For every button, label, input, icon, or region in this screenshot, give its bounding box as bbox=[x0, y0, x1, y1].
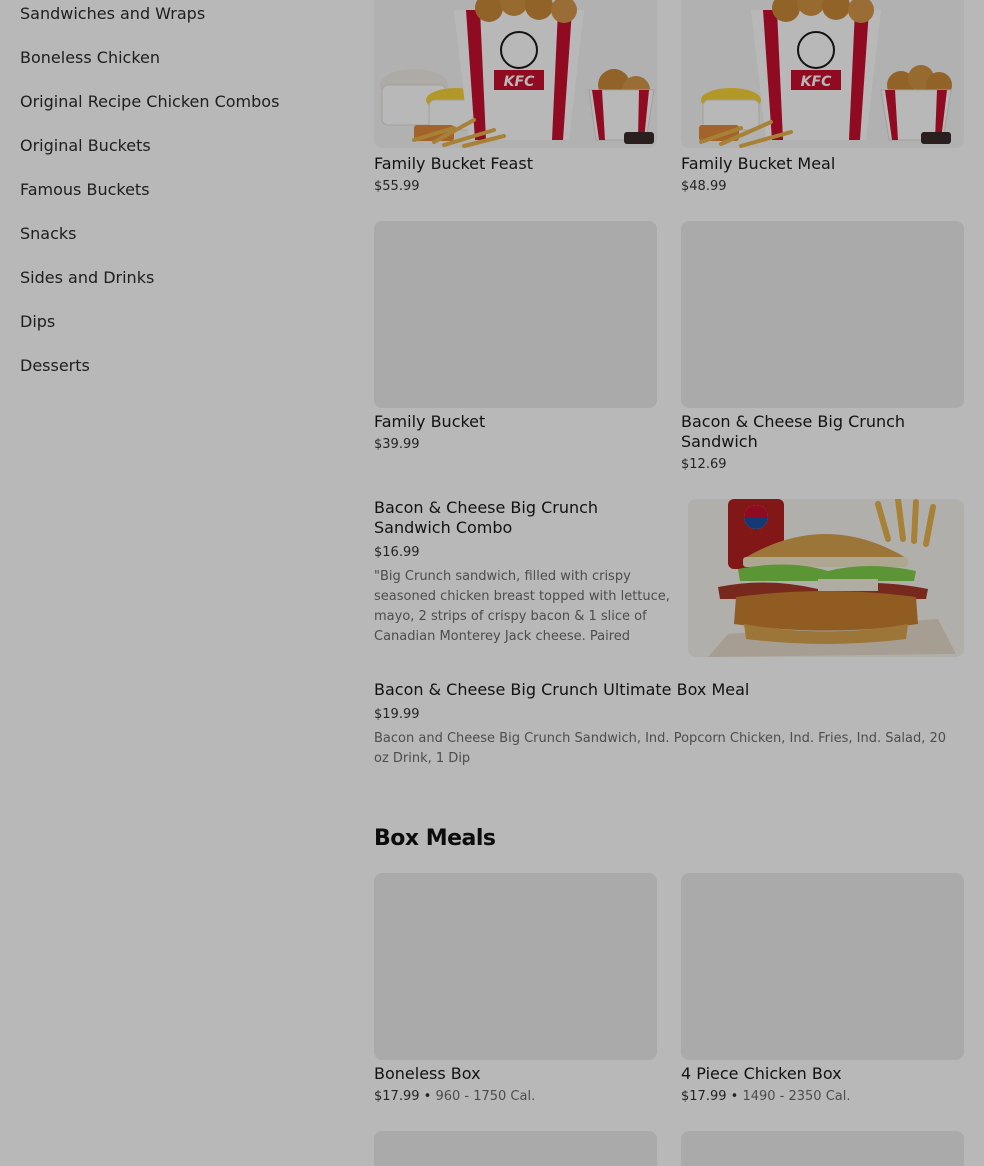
four-piece-box-calories: 1490 - 2350 Cal. bbox=[742, 1089, 851, 1104]
family-bucket-feast-price: $55.99 bbox=[374, 179, 420, 194]
sidebar-item-snacks[interactable]: Snacks bbox=[20, 224, 77, 243]
family-bucket-title[interactable]: Family Bucket bbox=[374, 412, 657, 432]
bacon-cheese-combo-price: $16.99 bbox=[374, 545, 420, 560]
bacon-cheese-sandwich-price: $12.69 bbox=[681, 457, 727, 472]
sidebar-item-boneless-chicken[interactable]: Boneless Chicken bbox=[20, 48, 160, 67]
four-piece-box-price-line: $17.99 • 1490 - 2350 Cal. bbox=[681, 1089, 850, 1104]
ultimate-box-meal-description: Bacon and Cheese Big Crunch Sandwich, In… bbox=[374, 731, 947, 766]
family-bucket-meal-image[interactable]: KFC bbox=[681, 0, 964, 148]
boneless-box-price-line: $17.99 • 960 - 1750 Cal. bbox=[374, 1089, 535, 1104]
bacon-cheese-sandwich-image-placeholder[interactable] bbox=[681, 221, 964, 408]
kfc-logo-text: KFC bbox=[504, 74, 535, 90]
price-separator: • bbox=[419, 1089, 436, 1104]
bucket-feast-illustration: KFC bbox=[380, 0, 655, 148]
family-bucket-image-placeholder[interactable] bbox=[374, 221, 657, 408]
ultimate-box-meal-title[interactable]: Bacon & Cheese Big Crunch Ultimate Box M… bbox=[374, 680, 964, 700]
next-item-image-placeholder[interactable] bbox=[374, 1131, 657, 1166]
bacon-cheese-combo-image[interactable] bbox=[688, 499, 964, 657]
boneless-box-calories: 960 - 1750 Cal. bbox=[435, 1089, 536, 1104]
sidebar-item-desserts[interactable]: Desserts bbox=[20, 356, 90, 375]
four-piece-box-title[interactable]: 4 Piece Chicken Box bbox=[681, 1064, 964, 1084]
sidebar-item-dips[interactable]: Dips bbox=[20, 312, 55, 331]
bacon-cheese-combo-title[interactable]: Bacon & Cheese Big Crunch Sandwich Combo bbox=[374, 498, 674, 538]
boneless-box-title[interactable]: Boneless Box bbox=[374, 1064, 657, 1084]
boneless-box-price: $17.99 bbox=[374, 1089, 420, 1104]
sandwich-combo-illustration bbox=[708, 499, 956, 657]
sidebar-item-sides-and-drinks[interactable]: Sides and Drinks bbox=[20, 268, 154, 287]
family-bucket-feast-image[interactable]: KFC bbox=[374, 0, 657, 148]
four-piece-box-price: $17.99 bbox=[681, 1089, 727, 1104]
sidebar-item-original-buckets[interactable]: Original Buckets bbox=[20, 136, 151, 155]
kfc-logo-text: KFC bbox=[801, 74, 832, 90]
sidebar-item-sandwiches-and-wraps[interactable]: Sandwiches and Wraps bbox=[20, 4, 205, 23]
price-separator: • bbox=[726, 1089, 743, 1104]
sidebar-item-original-recipe-chicken-combos[interactable]: Original Recipe Chicken Combos bbox=[20, 92, 279, 111]
ultimate-box-meal-price: $19.99 bbox=[374, 707, 420, 722]
bacon-cheese-combo-description: "Big Crunch sandwich, filled with crispy… bbox=[374, 569, 670, 644]
sidebar-item-famous-buckets[interactable]: Famous Buckets bbox=[20, 180, 150, 199]
bucket-meal-illustration: KFC bbox=[699, 0, 952, 148]
family-bucket-price: $39.99 bbox=[374, 437, 420, 452]
family-bucket-meal-title[interactable]: Family Bucket Meal bbox=[681, 154, 964, 174]
bacon-cheese-sandwich-title[interactable]: Bacon & Cheese Big Crunch Sandwich bbox=[681, 412, 921, 452]
family-bucket-meal-price: $48.99 bbox=[681, 179, 727, 194]
four-piece-box-image-placeholder[interactable] bbox=[681, 873, 964, 1060]
next-item-image-placeholder[interactable] bbox=[681, 1131, 964, 1166]
box-meals-heading: Box Meals bbox=[374, 826, 496, 851]
boneless-box-image-placeholder[interactable] bbox=[374, 873, 657, 1060]
family-bucket-feast-title[interactable]: Family Bucket Feast bbox=[374, 154, 657, 174]
